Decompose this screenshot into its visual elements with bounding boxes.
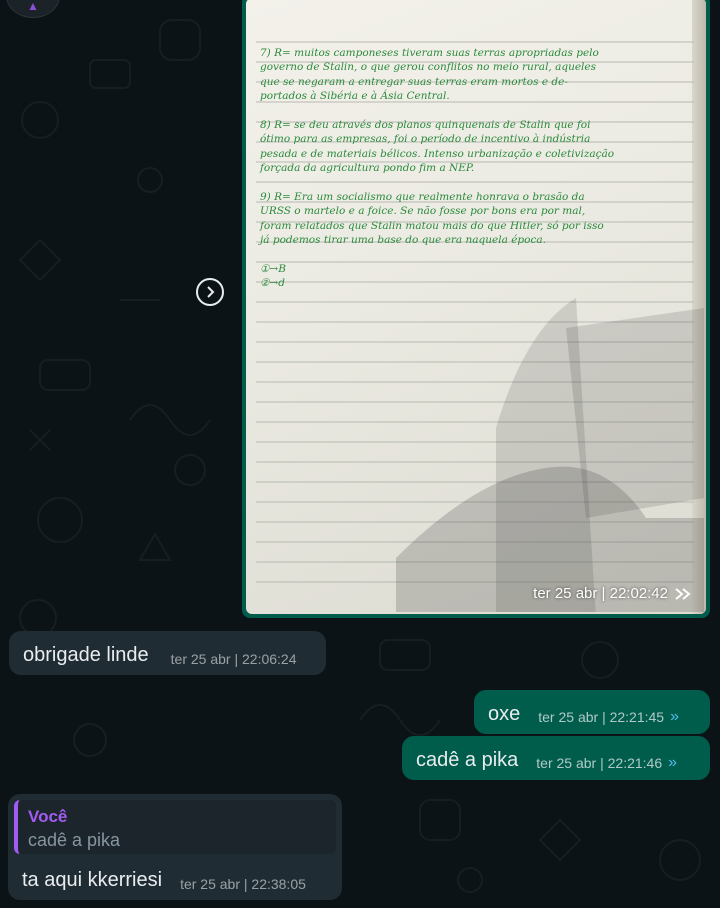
notebook-line bbox=[260, 247, 690, 261]
quoted-text: cadê a pika bbox=[28, 830, 121, 850]
notebook-line: pesada e de materiais bélicos. Intenso u… bbox=[260, 147, 615, 160]
notebook-line: foram relatados que Stalin matou mais do… bbox=[260, 219, 604, 232]
message-bubble[interactable]: obrigade linde ter 25 abr | 22:06:24 bbox=[9, 631, 326, 675]
notebook-line: já podemos tirar uma base do que era naq… bbox=[260, 234, 546, 247]
quoted-message[interactable]: Você cadê a pika bbox=[14, 800, 336, 854]
notebook-line: 8) R= se deu através dos planos quinquen… bbox=[260, 118, 591, 131]
forward-icon bbox=[207, 286, 215, 298]
notebook-line: URSS o martelo e a foice. Se não fosse p… bbox=[260, 205, 586, 218]
forward-button[interactable] bbox=[196, 278, 224, 306]
message-text: ta aqui kkerriesi bbox=[22, 869, 163, 891]
image-timestamp: ter 25 abr | 22:02:42 bbox=[533, 585, 668, 602]
notebook-line: portados à Sibéria e à Ásia Central. bbox=[260, 90, 450, 103]
message-bubble[interactable]: oxe ter 25 abr | 22:21:45 » bbox=[474, 690, 710, 734]
group-avatar-icon: ▲ bbox=[27, 0, 39, 13]
notebook-photo[interactable]: 7) R= muitos camponeses tiveram suas ter… bbox=[246, 0, 706, 614]
read-check-icon: » bbox=[668, 754, 677, 771]
message-time: ter 25 abr | 22:21:46 » bbox=[536, 754, 677, 772]
message-text: cadê a pika bbox=[416, 749, 519, 771]
notebook-line: ótimo para as empresas, foi o período de… bbox=[260, 133, 591, 146]
reply-message-bubble[interactable]: Você cadê a pika ta aqui kkerriesi ter 2… bbox=[8, 794, 342, 900]
message-time-text: ter 25 abr | 22:06:24 bbox=[170, 651, 297, 667]
message-bubble[interactable]: cadê a pika ter 25 abr | 22:21:46 » bbox=[402, 736, 710, 780]
notebook-line: 9) R= Era um socialismo que realmente ho… bbox=[260, 190, 585, 203]
notebook-line: ②→d bbox=[260, 277, 285, 290]
message-time: ter 25 abr | 22:38:05 bbox=[180, 876, 306, 892]
notebook-line: 7) R= muitos camponeses tiveram suas ter… bbox=[260, 47, 599, 59]
reply-body: ta aqui kkerriesi ter 25 abr | 22:38:05 bbox=[22, 868, 332, 892]
message-time: ter 25 abr | 22:06:24 bbox=[171, 651, 297, 667]
message-time-text: ter 25 abr | 22:21:45 bbox=[538, 709, 665, 725]
notebook-line bbox=[260, 176, 690, 190]
message-time-text: ter 25 abr | 22:21:46 bbox=[536, 755, 663, 771]
read-check-icon: » bbox=[670, 708, 679, 725]
notebook-line: ①→B bbox=[260, 262, 286, 275]
image-message[interactable]: 7) R= muitos camponeses tiveram suas ter… bbox=[242, 0, 710, 618]
notebook-line: governo de Stalin, o que gerou conflitos… bbox=[260, 61, 597, 74]
handwritten-answers: 7) R= muitos camponeses tiveram suas ter… bbox=[260, 46, 690, 291]
notebook-line bbox=[260, 104, 690, 118]
message-text: oxe bbox=[488, 703, 521, 725]
image-meta: ter 25 abr | 22:02:42 bbox=[533, 585, 694, 602]
notebook-line: forçada da agricultura pondo fim a NEP. bbox=[260, 162, 475, 175]
notebook-line: que se negaram a entregar suas terras er… bbox=[260, 75, 568, 88]
double-check-icon bbox=[675, 587, 691, 600]
message-time: ter 25 abr | 22:21:45 » bbox=[538, 708, 679, 726]
quoted-author: Você bbox=[28, 807, 68, 826]
message-text: obrigade linde bbox=[23, 644, 149, 666]
